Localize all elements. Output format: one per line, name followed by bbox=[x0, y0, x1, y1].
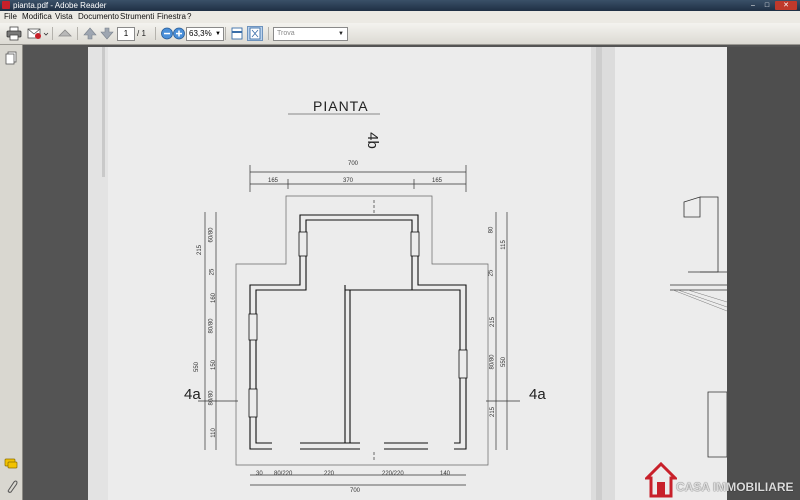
page-total: / 1 bbox=[137, 29, 146, 38]
dim-top-left: 165 bbox=[268, 178, 279, 184]
section-marker-left: 4a bbox=[184, 386, 201, 403]
dim-bottom-1: 30 bbox=[256, 471, 263, 477]
adobe-reader-icon bbox=[2, 1, 10, 9]
attachments-panel-button[interactable] bbox=[4, 479, 18, 493]
menu-file[interactable]: File bbox=[4, 11, 17, 23]
fit-width-icon bbox=[231, 27, 243, 40]
close-button[interactable]: ✕ bbox=[775, 1, 797, 10]
page-number-input[interactable]: 1 bbox=[117, 27, 135, 41]
dim-left-2: 60/80 bbox=[208, 227, 215, 243]
menu-help[interactable]: ? bbox=[187, 11, 191, 23]
window-title: pianta.pdf - Adobe Reader bbox=[13, 1, 107, 10]
north-mark: 4b bbox=[363, 132, 381, 149]
pages-panel-button[interactable] bbox=[4, 51, 18, 65]
document-margin-right bbox=[727, 47, 800, 500]
menu-finestra[interactable]: Finestra bbox=[157, 11, 186, 23]
next-page-button[interactable] bbox=[99, 26, 115, 41]
title-bar: pianta.pdf - Adobe Reader – □ ✕ bbox=[0, 0, 800, 11]
dim-right-2: 115 bbox=[500, 240, 507, 250]
toolbar: 1 / 1 63,3% ▼ Trova ▼ bbox=[0, 23, 800, 45]
toolbar-separator bbox=[268, 27, 269, 40]
dim-bottom-5: 140 bbox=[440, 471, 451, 477]
printer-icon bbox=[6, 26, 22, 41]
minimize-button[interactable]: – bbox=[746, 1, 760, 10]
chevron-down-icon: ▼ bbox=[215, 31, 221, 37]
zoom-in-icon bbox=[173, 27, 185, 40]
zoom-value: 63,3% bbox=[189, 29, 212, 38]
previous-page-button[interactable] bbox=[82, 26, 98, 41]
chevron-down-icon: ▼ bbox=[338, 31, 344, 37]
zoom-select[interactable]: 63,3% ▼ bbox=[186, 27, 224, 41]
dim-bottom-4: 220/220 bbox=[382, 471, 404, 477]
menu-documento[interactable]: Documento bbox=[78, 11, 119, 23]
watermark: CASA IMMOBILIARE bbox=[645, 462, 800, 500]
comment-icon bbox=[4, 458, 18, 469]
toolbar-separator bbox=[77, 27, 78, 40]
dim-right-5: 80/80 bbox=[489, 354, 496, 370]
maximize-button[interactable]: □ bbox=[760, 1, 774, 10]
toolbar-separator bbox=[155, 27, 156, 40]
pdf-page[interactable]: PIANTA 4b 4a 4a 700 165 370 165 215 60/8… bbox=[88, 47, 727, 500]
dim-left-7: 80/80 bbox=[208, 390, 215, 406]
dim-bottom-total: 700 bbox=[350, 488, 361, 494]
fit-page-button[interactable] bbox=[247, 26, 263, 41]
dim-top-overall: 700 bbox=[348, 161, 359, 167]
print-button[interactable] bbox=[6, 26, 22, 41]
watermark-text: CASA IMMOBILIARE bbox=[676, 480, 794, 494]
dim-right-4: 215 bbox=[490, 316, 497, 328]
menu-vista[interactable]: Vista bbox=[55, 11, 73, 23]
find-input[interactable]: Trova ▼ bbox=[273, 27, 348, 41]
email-button[interactable] bbox=[27, 26, 49, 41]
dim-left-1: 215 bbox=[197, 244, 204, 256]
dim-right-total: 550 bbox=[501, 356, 508, 368]
comments-panel-button[interactable] bbox=[4, 457, 18, 471]
dim-top-right: 165 bbox=[432, 178, 443, 184]
fit-page-icon bbox=[249, 27, 261, 40]
toolbar-separator bbox=[225, 27, 226, 40]
share-icon bbox=[58, 29, 72, 37]
menu-modifica[interactable]: Modifica bbox=[22, 11, 52, 23]
dim-bottom-3: 220 bbox=[324, 471, 335, 477]
dim-left-6: 150 bbox=[211, 359, 218, 371]
toolbar-separator bbox=[52, 27, 53, 40]
email-icon bbox=[27, 28, 49, 39]
dim-left-total: 550 bbox=[194, 361, 201, 373]
arrow-down-icon bbox=[100, 27, 114, 40]
menu-strumenti[interactable]: Strumenti bbox=[120, 11, 154, 23]
dim-left-5: 80/80 bbox=[208, 318, 215, 334]
drawing-title: PIANTA bbox=[313, 98, 369, 114]
collaborate-button[interactable] bbox=[57, 26, 73, 41]
navigation-panel bbox=[0, 45, 23, 500]
floor-plan-drawing bbox=[88, 47, 727, 500]
dim-bottom-2: 80/220 bbox=[274, 471, 293, 477]
fit-width-button[interactable] bbox=[229, 26, 245, 41]
zoom-in-button[interactable] bbox=[171, 26, 187, 41]
section-marker-right: 4a bbox=[529, 386, 546, 403]
dim-right-1: 80 bbox=[488, 226, 495, 234]
pages-icon bbox=[5, 51, 17, 65]
dim-left-4: 160 bbox=[211, 292, 218, 304]
dim-left-8: 110 bbox=[210, 428, 217, 438]
find-placeholder: Trova bbox=[277, 30, 295, 37]
house-logo-icon bbox=[645, 462, 677, 498]
dim-left-3: 25 bbox=[209, 268, 216, 276]
dim-right-6: 215 bbox=[490, 406, 497, 418]
arrow-up-icon bbox=[83, 27, 97, 40]
dim-right-3: 25 bbox=[488, 269, 495, 277]
paperclip-icon bbox=[7, 480, 18, 493]
dim-top-center: 370 bbox=[343, 178, 354, 184]
